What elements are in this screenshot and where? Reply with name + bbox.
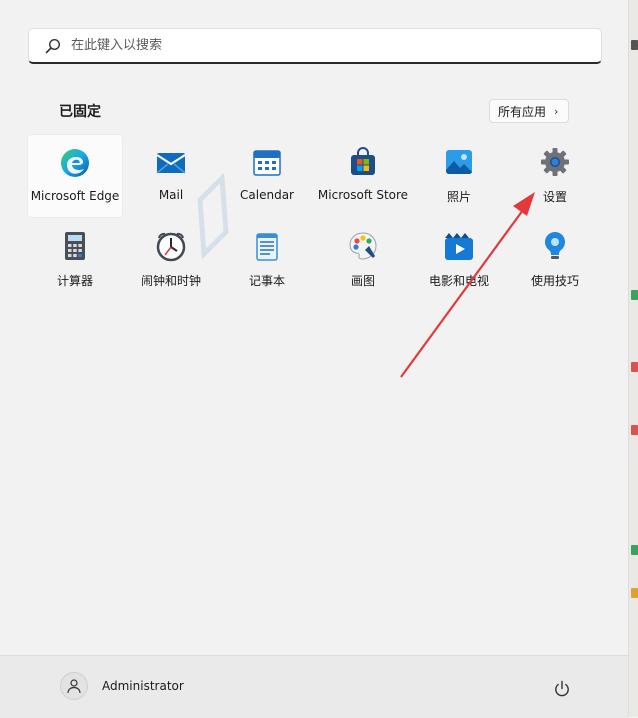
user-avatar-icon [60, 672, 88, 700]
search-input[interactable] [71, 38, 551, 53]
pinned-app-microsoft-edge[interactable]: Microsoft Edge [27, 134, 123, 218]
app-label: 闹钟和时钟 [140, 274, 201, 288]
app-label: Calendar [240, 188, 294, 202]
pinned-app-calendar[interactable]: Calendar [219, 134, 315, 218]
app-label: 电影和电视 [428, 274, 489, 288]
mail-icon [156, 153, 186, 174]
pinned-apps-grid: Microsoft Edge Mail Calendar Microsoft S… [27, 134, 603, 302]
pinned-app-paint[interactable]: 画图 [315, 218, 411, 302]
search-box[interactable] [28, 28, 602, 64]
app-label: 画图 [350, 274, 375, 288]
store-icon [351, 147, 375, 175]
start-footer: Administrator [0, 655, 628, 718]
start-menu: 已固定 所有应用 › Microsoft Edge [0, 0, 629, 718]
app-label: 计算器 [56, 274, 93, 288]
desktop-background-strip [629, 0, 638, 717]
calculator-icon [65, 232, 85, 260]
app-label: 照片 [446, 190, 471, 204]
pinned-app-notepad[interactable]: 记事本 [219, 218, 315, 302]
movies-tv-icon [445, 233, 473, 260]
paint-palette-icon [349, 232, 377, 260]
user-name: Administrator [102, 679, 184, 693]
pinned-app-movies-tv[interactable]: 电影和电视 [411, 218, 507, 302]
app-label: Microsoft Edge [30, 189, 120, 203]
all-apps-button[interactable]: 所有应用 › [489, 99, 570, 123]
app-label: Mail [158, 188, 184, 202]
pinned-app-alarms-clock[interactable]: 闹钟和时钟 [123, 218, 219, 302]
edge-icon [61, 149, 89, 177]
search-icon [45, 38, 61, 53]
app-label: 设置 [542, 190, 567, 204]
pinned-app-photos[interactable]: 照片 [411, 134, 507, 218]
alarm-clock-icon [156, 232, 186, 262]
app-label: 记事本 [248, 274, 285, 288]
pinned-app-tips[interactable]: 使用技巧 [507, 218, 603, 302]
photos-icon [446, 150, 472, 175]
all-apps-label: 所有应用 [498, 104, 547, 119]
notepad-icon [256, 233, 278, 261]
user-account-button[interactable]: Administrator [60, 672, 184, 700]
app-label: Microsoft Store [317, 188, 409, 202]
calendar-icon [253, 150, 281, 176]
tips-lightbulb-icon [545, 232, 565, 259]
pinned-app-calculator[interactable]: 计算器 [27, 218, 123, 302]
chevron-right-icon: › [554, 104, 559, 118]
pinned-app-settings[interactable]: 设置 [507, 134, 603, 218]
pinned-app-mail[interactable]: Mail [123, 134, 219, 218]
settings-gear-icon [541, 148, 569, 176]
app-label: 使用技巧 [530, 274, 579, 288]
pinned-app-microsoft-store[interactable]: Microsoft Store [315, 134, 411, 218]
pinned-section-title: 已固定 [59, 104, 101, 120]
power-icon[interactable] [553, 680, 571, 698]
